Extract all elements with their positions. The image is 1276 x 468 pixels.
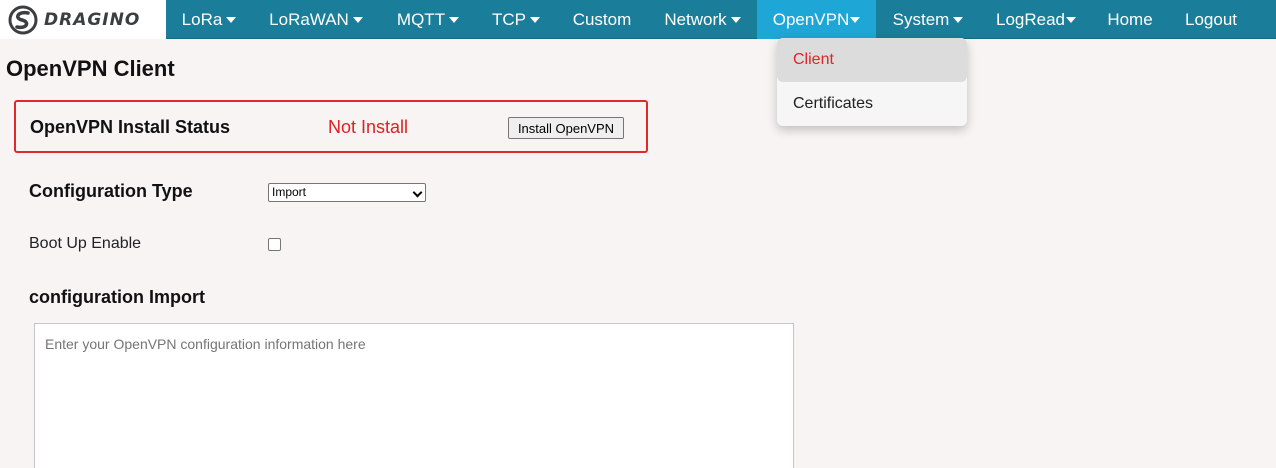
nav-item-label: Logout xyxy=(1185,10,1237,29)
nav-item-mqtt[interactable]: MQTT xyxy=(380,0,476,39)
nav-item-label: Network xyxy=(664,10,727,29)
nav-item-label: LoRa xyxy=(181,10,223,29)
caret-down-icon xyxy=(226,16,237,23)
nav-item-label: Home xyxy=(1107,10,1153,29)
nav-item-label: Custom xyxy=(572,10,632,29)
brand-logo-text: DRAGINO xyxy=(44,9,141,30)
nav-item-custom[interactable]: Custom xyxy=(556,0,648,39)
configuration-import-title: configuration Import xyxy=(29,287,205,307)
nav-item-tcp[interactable]: TCP xyxy=(476,0,556,39)
configuration-type-select[interactable]: Import xyxy=(268,183,426,202)
nav-item-label: LoRaWAN xyxy=(269,10,349,29)
nav-item-logout[interactable]: Logout xyxy=(1168,0,1254,39)
dropdown-item-label: Client xyxy=(793,51,834,68)
nav-item-system[interactable]: System xyxy=(876,0,980,39)
top-navbar: DRAGINO LoRa LoRaWAN MQTT TCP Custom Net… xyxy=(0,0,1276,39)
caret-down-icon xyxy=(850,16,861,23)
caret-down-icon xyxy=(530,16,540,23)
install-status-value: Not Install xyxy=(328,117,409,137)
dropdown-item-label: Certificates xyxy=(793,95,874,112)
brand-logo[interactable]: DRAGINO xyxy=(0,0,166,39)
configuration-type-label: Configuration Type xyxy=(29,181,193,201)
openvpn-dropdown-menu: Client Certificates xyxy=(777,38,967,126)
configuration-type-selected: Import xyxy=(272,185,307,199)
chevron-down-icon xyxy=(412,187,423,198)
nav-item-label: System xyxy=(892,10,950,29)
nav-item-network[interactable]: Network xyxy=(648,0,757,39)
nav-item-lora[interactable]: LoRa xyxy=(166,0,252,39)
page-title: OpenVPN Client xyxy=(6,56,175,81)
nav-item-logread[interactable]: LogRead xyxy=(980,0,1092,39)
install-status-label: OpenVPN Install Status xyxy=(30,117,231,137)
configuration-import-textarea[interactable] xyxy=(34,323,794,468)
install-status-panel: OpenVPN Install Status Not Install Insta… xyxy=(14,100,648,153)
nav-item-label: OpenVPN xyxy=(772,10,850,29)
nav-item-lorawan[interactable]: LoRaWAN xyxy=(252,0,380,39)
install-openvpn-button[interactable]: Install OpenVPN xyxy=(508,117,624,139)
nav-item-label: TCP xyxy=(492,10,526,29)
nav-item-openvpn[interactable]: OpenVPN xyxy=(757,0,876,39)
dragino-logo-icon xyxy=(8,5,38,34)
caret-down-icon xyxy=(352,16,363,23)
caret-down-icon xyxy=(730,16,741,23)
boot-up-enable-label: Boot Up Enable xyxy=(29,235,142,252)
nav-item-label: MQTT xyxy=(396,10,446,29)
dropdown-item-certificates[interactable]: Certificates xyxy=(777,82,967,126)
nav-item-label: LogRead xyxy=(995,10,1065,29)
caret-down-icon xyxy=(449,16,460,23)
dropdown-item-client[interactable]: Client xyxy=(777,38,967,82)
caret-down-icon xyxy=(953,16,964,23)
boot-up-enable-checkbox[interactable] xyxy=(268,238,281,251)
caret-down-icon xyxy=(1066,16,1076,23)
nav-item-home[interactable]: Home xyxy=(1092,0,1168,39)
